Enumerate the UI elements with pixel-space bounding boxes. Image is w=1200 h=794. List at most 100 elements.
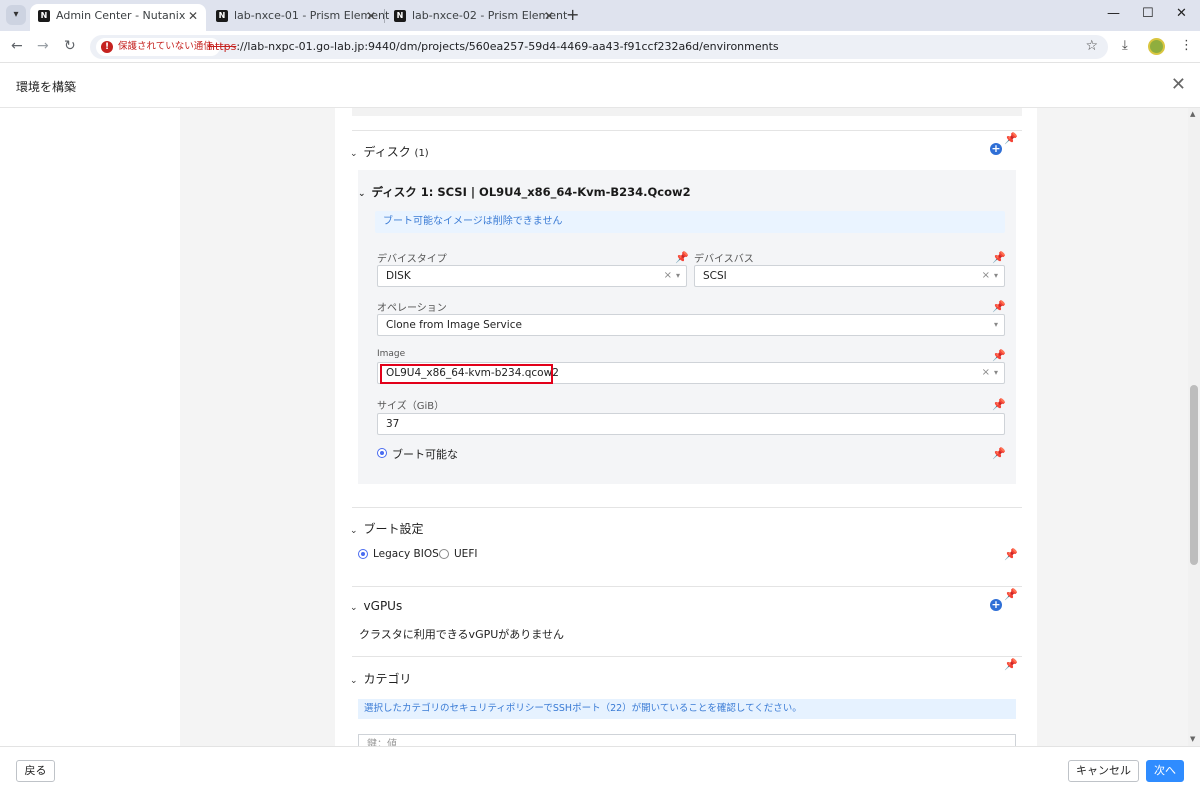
tab-close-icon[interactable]: ✕ [188,4,198,28]
page-title: 環境を構築 [16,80,77,94]
back-icon[interactable]: ← [11,38,23,54]
back-button[interactable]: 戻る [16,760,55,782]
categories-title: カテゴリ [363,672,412,686]
download-icon[interactable]: ⤓ [1122,38,1128,53]
disks-section-header[interactable]: ⌄ ディスク (1) [350,143,429,160]
section-divider [352,130,1022,131]
modal-header: 環境を構築 ✕ [0,64,1200,108]
previous-section-strip [352,108,1022,116]
boot-title: ブート設定 [363,522,424,536]
clear-icon[interactable]: × [982,367,990,378]
categories-input[interactable]: 鍵：値 [358,734,1016,746]
dropdown-caret-icon[interactable]: ▾ [994,363,998,383]
bootable-radio[interactable] [377,448,387,458]
boot-section-header[interactable]: ⌄ ブート設定 [350,520,424,537]
device-type-value: DISK [386,270,411,282]
modal-close-icon[interactable]: ✕ [1171,74,1186,95]
cancel-button[interactable]: キャンセル [1068,760,1139,782]
size-label: サイズ（GiB） [377,401,445,412]
url-text[interactable]: https://lab-nxpc-01.go-lab.jp:9440/dm/pr… [208,35,779,59]
scroll-down-icon[interactable]: ▼ [1190,735,1195,743]
tab-lab-nxce-01[interactable]: N lab-nxce-01 - Prism Element ✕ [208,4,389,31]
vgpus-title: vGPUs [363,599,403,613]
select-controls: × ▾ [982,363,998,383]
pin-icon[interactable]: 📌 [992,251,1006,264]
not-secure-chip[interactable]: ! 保護されていない通信 [96,38,220,56]
dropdown-caret-icon[interactable]: ▾ [994,266,998,286]
minimize-icon[interactable]: — [1107,6,1120,21]
address-bar[interactable]: ! 保護されていない通信 https://lab-nxpc-01.go-lab.… [90,35,1108,59]
bookmark-star-icon[interactable]: ☆ [1085,38,1098,54]
pin-icon[interactable]: 📌 [1004,132,1018,145]
image-label: Image [377,349,406,359]
clear-icon[interactable]: × [982,270,990,281]
clear-icon[interactable]: × [664,270,672,281]
chevron-down-icon: ⌄ [350,676,358,686]
pin-icon[interactable]: 📌 [1004,588,1018,601]
pin-icon[interactable]: 📌 [675,251,689,264]
vgpus-section-header[interactable]: ⌄ vGPUs [350,599,402,613]
select-controls: ▾ [990,315,998,335]
tab-search-button[interactable]: ▾ [6,5,26,25]
device-type-select[interactable]: DISK × ▾ [377,265,687,287]
legacy-bios-radio[interactable] [358,549,368,559]
not-secure-label: 保護されていない通信 [118,41,213,52]
tab-admin-center[interactable]: N Admin Center - Nutanix ✕ [30,4,206,31]
add-disk-button[interactable]: + [990,143,1002,155]
nutanix-favicon-icon: N [216,10,228,22]
dropdown-caret-icon[interactable]: ▾ [994,315,998,335]
nutanix-favicon-icon: N [38,10,50,22]
disk-1-title: ディスク 1: SCSI | OL9U4_x86_64-Kvm-B234.Qco… [371,185,691,199]
select-controls: × ▾ [982,266,998,286]
add-vgpu-button[interactable]: + [990,599,1002,611]
window-close-icon[interactable]: ✕ [1176,6,1187,21]
modal-footer: 戻る キャンセル 次へ [0,746,1200,794]
pin-icon[interactable]: 📌 [992,398,1006,411]
size-input[interactable]: 37 [377,413,1005,435]
nutanix-favicon-icon: N [394,10,406,22]
vgpus-empty-text: クラスタに利用できるvGPUがありません [359,628,564,641]
new-tab-icon[interactable]: + [566,4,579,26]
section-divider [352,507,1022,508]
image-highlight-box [380,364,553,384]
scrollbar-thumb[interactable] [1190,385,1198,565]
url-protocol: https [208,40,237,53]
profile-avatar[interactable] [1148,38,1165,55]
tab-lab-nxce-02[interactable]: N lab-nxce-02 - Prism Element ✕ [386,4,567,31]
chevron-down-icon: ⌄ [358,189,366,199]
operation-select[interactable]: Clone from Image Service ▾ [377,314,1005,336]
maximize-icon[interactable]: ☐ [1142,6,1154,21]
warning-icon: ! [101,41,113,53]
browser-toolbar: ← → ↻ ! 保護されていない通信 https://lab-nxpc-01.g… [0,31,1200,63]
reload-icon[interactable]: ↻ [64,38,76,54]
browser-menu-icon[interactable]: ⋮ [1180,38,1193,53]
pin-icon[interactable]: 📌 [992,300,1006,313]
tab-close-icon[interactable]: ✕ [544,4,554,28]
scroll-up-icon[interactable]: ▲ [1190,110,1195,118]
forward-icon[interactable]: → [37,38,49,54]
pin-icon[interactable]: 📌 [992,349,1006,362]
dropdown-caret-icon[interactable]: ▾ [676,266,680,286]
pin-icon[interactable]: 📌 [1004,658,1018,671]
tab-close-icon[interactable]: ✕ [366,4,376,28]
operation-label: オペレーション [377,303,447,314]
device-bus-value: SCSI [703,270,727,282]
size-value: 37 [386,418,400,430]
disks-title: ディスク [363,145,411,159]
device-bus-select[interactable]: SCSI × ▾ [694,265,1005,287]
bootable-info-banner: ブート可能なイメージは削除できません [375,211,1005,233]
categories-section-header[interactable]: ⌄ カテゴリ [350,670,412,687]
pin-icon[interactable]: 📌 [992,447,1006,460]
chevron-down-icon: ⌄ [350,526,358,536]
disk-1-header[interactable]: ⌄ ディスク 1: SCSI | OL9U4_x86_64-Kvm-B234.Qc… [358,184,691,200]
pin-icon[interactable]: 📌 [1004,548,1018,561]
operation-value: Clone from Image Service [386,319,522,331]
chevron-down-icon: ⌄ [350,603,358,613]
uefi-radio[interactable] [439,549,449,559]
tab-title: Admin Center - Nutanix [56,9,186,22]
chevron-down-icon: ⌄ [350,149,358,159]
section-divider [352,586,1022,587]
categories-info-banner: 選択したカテゴリのセキュリティポリシーでSSHポート（22）が開いていることを確… [358,699,1016,719]
url-path: ://lab-nxpc-01.go-lab.jp:9440/dm/project… [236,40,779,53]
next-button[interactable]: 次へ [1146,760,1184,782]
